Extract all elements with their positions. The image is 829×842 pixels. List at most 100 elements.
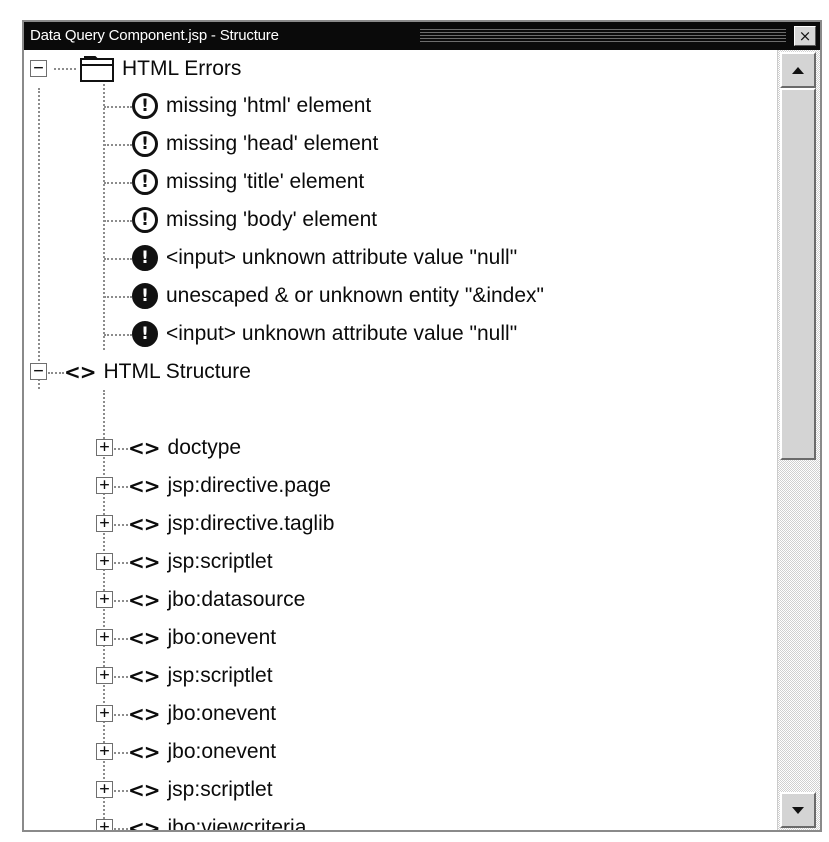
tree-connector: [104, 258, 132, 260]
tree-connector: [114, 448, 128, 450]
expand-toggle[interactable]: +: [96, 515, 113, 532]
tag-icon: <>: [128, 474, 161, 498]
expand-toggle[interactable]: +: [96, 477, 113, 494]
tree-connector: [38, 88, 40, 389]
tree-node-label: jbo:datasource: [167, 588, 306, 611]
tree-node[interactable]: <> jsp:directive.taglib: [128, 505, 334, 543]
list-item[interactable]: ! <input> unknown attribute value "null": [132, 315, 517, 353]
tree-connector: [48, 372, 64, 374]
expand-toggle[interactable]: +: [96, 591, 113, 608]
error-message: missing 'title' element: [166, 170, 365, 193]
tree-node-label: HTML Structure: [103, 360, 251, 383]
tree-connector: [54, 68, 76, 70]
window-title: Data Query Component.jsp - Structure: [30, 27, 279, 44]
tree-connector: [114, 676, 128, 678]
warning-icon: !: [132, 131, 158, 157]
expand-toggle[interactable]: +: [96, 819, 113, 830]
list-item[interactable]: ! missing 'head' element: [132, 125, 378, 163]
tree-node-label: jbo:viewcriteria: [167, 816, 307, 830]
tree-node-label: jsp:scriptlet: [167, 778, 273, 801]
warning-icon: !: [132, 169, 158, 195]
tree-node[interactable]: <> jbo:datasource: [128, 581, 305, 619]
tree-node[interactable]: <> jbo:onevent: [128, 695, 276, 733]
expand-toggle[interactable]: +: [96, 743, 113, 760]
list-item[interactable]: ! missing 'html' element: [132, 87, 371, 125]
tree-node-label: jbo:onevent: [167, 626, 277, 649]
tree-node-label: doctype: [167, 436, 242, 459]
error-message: missing 'html' element: [166, 94, 372, 117]
tree-node[interactable]: <> jbo:onevent: [128, 733, 276, 771]
tree-node[interactable]: <> doctype: [128, 429, 241, 467]
list-item[interactable]: ! missing 'title' element: [132, 163, 364, 201]
error-message: missing 'body' element: [166, 208, 378, 231]
error-icon: !: [132, 283, 158, 309]
tree-node[interactable]: <> jsp:scriptlet: [128, 543, 273, 581]
vertical-scrollbar[interactable]: [777, 50, 820, 830]
tag-icon: <>: [128, 816, 161, 830]
tree-connector: [104, 182, 132, 184]
scroll-up-button[interactable]: [780, 52, 816, 88]
warning-icon: !: [132, 93, 158, 119]
tree-connector: [103, 84, 105, 350]
tree-node[interactable]: <> jsp:scriptlet: [128, 657, 273, 695]
collapse-toggle-structure[interactable]: −: [30, 363, 47, 380]
list-item[interactable]: ! missing 'body' element: [132, 201, 377, 239]
tree-connector: [114, 714, 128, 716]
tree-node-label: jbo:onevent: [167, 702, 277, 725]
tree-node[interactable]: <> jsp:directive.page: [128, 467, 331, 505]
tag-icon: <>: [128, 664, 161, 688]
tree-connector: [114, 752, 128, 754]
tree-node-label: HTML Errors: [122, 57, 242, 80]
tree-connector: [114, 486, 128, 488]
scrollbar-thumb[interactable]: [780, 88, 816, 460]
expand-toggle[interactable]: +: [96, 439, 113, 456]
tag-icon: <>: [128, 436, 161, 460]
tree-connector: [114, 562, 128, 564]
tag-icon: <>: [128, 702, 161, 726]
expand-toggle[interactable]: +: [96, 705, 113, 722]
tree-node[interactable]: <> jbo:viewcriteria: [128, 809, 306, 830]
tree-connector: [104, 144, 132, 146]
expand-toggle[interactable]: +: [96, 629, 113, 646]
close-button[interactable]: ×: [794, 26, 816, 46]
error-message: <input> unknown attribute value "null": [166, 246, 518, 269]
tag-icon: <>: [128, 512, 161, 536]
tree-node[interactable]: <> jsp:scriptlet: [128, 771, 273, 809]
error-message: missing 'head' element: [166, 132, 379, 155]
structure-window: Data Query Component.jsp - Structure × −…: [22, 20, 822, 832]
structure-tree: − HTML Errors ! missing 'html' element !…: [24, 50, 770, 830]
tree-connector: [114, 524, 128, 526]
tag-icon: <>: [128, 550, 161, 574]
tag-icon: <>: [128, 626, 161, 650]
scroll-down-button[interactable]: [780, 792, 816, 828]
tree-connector: [114, 600, 128, 602]
tag-icon: <>: [128, 740, 161, 764]
list-item[interactable]: ! unescaped & or unknown entity "&index": [132, 277, 544, 315]
tree-node[interactable]: <> jbo:onevent: [128, 619, 276, 657]
arrow-up-icon: [792, 66, 804, 74]
warning-icon: !: [132, 207, 158, 233]
title-bar-grip: [420, 29, 786, 42]
collapse-toggle-errors[interactable]: −: [30, 60, 47, 77]
tag-icon: <>: [128, 588, 161, 612]
tree-connector: [114, 828, 128, 830]
expand-toggle[interactable]: +: [96, 667, 113, 684]
tree-connector: [104, 334, 132, 336]
tree-node-label: jsp:scriptlet: [167, 550, 273, 573]
tree-node-html-structure[interactable]: <> HTML Structure: [64, 353, 251, 391]
tree-connector: [104, 296, 132, 298]
tree-node-label: jsp:directive.taglib: [167, 512, 335, 535]
tree-node-label: jbo:onevent: [167, 740, 277, 763]
arrow-down-icon: [792, 806, 804, 814]
expand-toggle[interactable]: +: [96, 553, 113, 570]
expand-toggle[interactable]: +: [96, 781, 113, 798]
error-message: unescaped & or unknown entity "&index": [166, 284, 544, 307]
title-bar[interactable]: Data Query Component.jsp - Structure ×: [24, 22, 820, 50]
error-icon: !: [132, 245, 158, 271]
list-item[interactable]: ! <input> unknown attribute value "null": [132, 239, 517, 277]
error-icon: !: [132, 321, 158, 347]
tree-connector: [104, 106, 132, 108]
tag-icon: <>: [64, 360, 97, 384]
tree-node-html-errors[interactable]: HTML Errors: [80, 50, 241, 88]
tree-connector: [114, 638, 128, 640]
